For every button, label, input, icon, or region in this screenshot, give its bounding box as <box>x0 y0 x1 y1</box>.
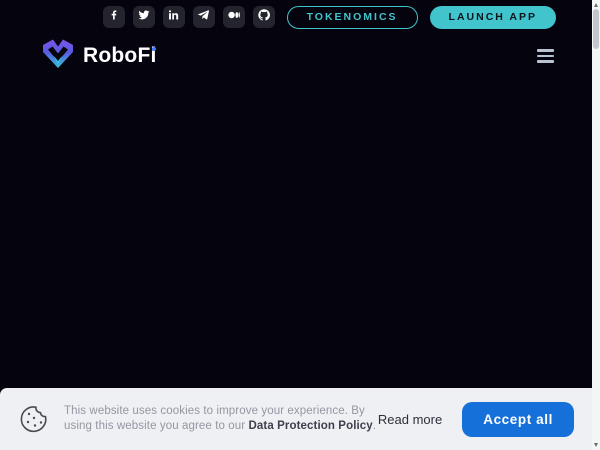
hamburger-menu-icon[interactable] <box>537 46 554 66</box>
brand-logo[interactable]: RoboFi <box>40 37 157 75</box>
brand-name: RoboFi <box>83 44 157 67</box>
tokenomics-button[interactable]: TOKENOMICS <box>286 5 418 29</box>
github-button[interactable] <box>252 6 275 28</box>
facebook-icon <box>108 8 120 26</box>
scrollbar-thumb[interactable] <box>593 9 599 49</box>
telegram-icon <box>197 8 210 26</box>
linkedin-icon <box>168 8 180 26</box>
telegram-button[interactable] <box>192 6 215 28</box>
cookie-message: This website uses cookies to improve you… <box>64 404 377 432</box>
medium-button[interactable] <box>222 6 245 28</box>
read-more-link[interactable]: Read more <box>378 412 442 427</box>
cookie-banner: This website uses cookies to improve you… <box>0 388 600 450</box>
twitter-icon <box>138 8 150 26</box>
top-bar: TOKENOMICS LAUNCH APP RoboFi <box>0 0 600 76</box>
twitter-button[interactable] <box>132 6 155 28</box>
medium-icon <box>227 8 240 26</box>
robofi-shield-icon <box>40 37 76 75</box>
github-icon <box>257 8 270 26</box>
utility-bar: TOKENOMICS LAUNCH APP <box>0 0 600 30</box>
cookie-icon <box>18 403 50 435</box>
scrollbar-down-arrow[interactable] <box>593 443 598 447</box>
launch-app-button[interactable]: LAUNCH APP <box>429 5 556 29</box>
data-protection-policy-link[interactable]: Data Protection Policy <box>249 420 373 432</box>
facebook-button[interactable] <box>102 6 125 28</box>
scrollbar-up-arrow[interactable] <box>593 3 598 7</box>
browser-scrollbar[interactable] <box>592 0 600 450</box>
linkedin-button[interactable] <box>162 6 185 28</box>
accept-all-button[interactable]: Accept all <box>462 401 574 437</box>
main-nav-bar: RoboFi <box>0 36 600 76</box>
